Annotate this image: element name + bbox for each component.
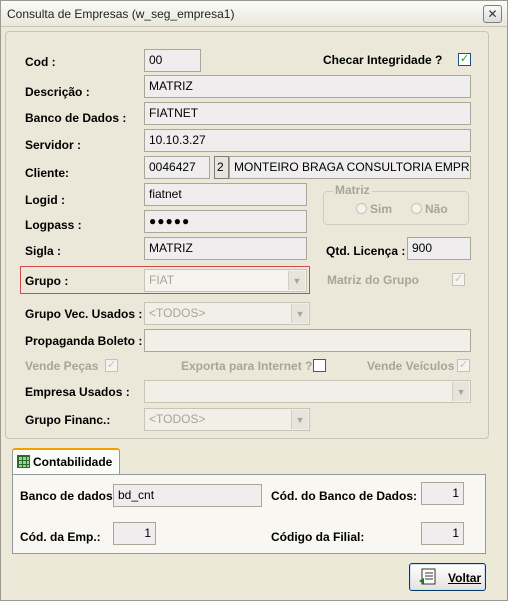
- chevron-down-icon[interactable]: ▼: [452, 382, 469, 401]
- checar-integridade-checkbox[interactable]: ✓: [458, 53, 471, 66]
- sigla-label: Sigla :: [25, 244, 62, 258]
- grupo-value: FIAT: [149, 273, 175, 287]
- cliente-lookup-button[interactable]: 2: [214, 156, 229, 179]
- exporta-checkbox[interactable]: [313, 359, 326, 372]
- matriz-sim-label: Sim: [370, 202, 393, 216]
- check-icon: ✓: [453, 273, 464, 285]
- back-list-icon: [419, 568, 436, 585]
- cnt-banco-label: Banco de dados:: [20, 489, 117, 503]
- tab-contabilidade-label: Contabilidade: [33, 455, 113, 469]
- matriz-grupo-label: Matriz do Grupo: [327, 273, 419, 287]
- window-title: Consulta de Empresas (w_seg_empresa1): [7, 7, 235, 21]
- grupo-vec-value: <TODOS>: [149, 306, 206, 320]
- check-icon: ✓: [459, 53, 470, 65]
- chevron-down-icon[interactable]: ▼: [291, 304, 308, 323]
- propaganda-field[interactable]: [144, 329, 471, 352]
- grupo-vec-select[interactable]: <TODOS> ▼: [144, 302, 310, 325]
- checar-integridade-label: Checar Integridade ?: [323, 53, 443, 67]
- descricao-field[interactable]: MATRIZ: [144, 75, 471, 98]
- grupo-label: Grupo :: [25, 274, 69, 288]
- voltar-label: Voltar: [448, 571, 482, 585]
- title-bar: Consulta de Empresas (w_seg_empresa1) ✕: [1, 1, 507, 27]
- exporta-label: Exporta para Internet ?: [181, 359, 313, 373]
- empresa-usados-select[interactable]: ▼: [144, 380, 471, 403]
- matriz-group-title: Matriz: [333, 183, 372, 197]
- grupo-select[interactable]: FIAT ▼: [144, 269, 307, 292]
- ledger-icon: [17, 455, 30, 468]
- descricao-label: Descrição :: [25, 85, 90, 99]
- logid-field[interactable]: fiatnet: [144, 183, 307, 206]
- grupo-vec-label: Grupo Vec. Usados :: [25, 307, 143, 321]
- servidor-field[interactable]: 10.10.3.27: [144, 129, 471, 152]
- logpass-label: Logpass :: [25, 218, 82, 232]
- cod-field[interactable]: 00: [144, 49, 201, 72]
- chevron-down-icon[interactable]: ▼: [288, 271, 305, 290]
- window: Consulta de Empresas (w_seg_empresa1) ✕ …: [0, 0, 508, 601]
- cliente-name-field[interactable]: MONTEIRO BRAGA CONSULTORIA EMPRE: [229, 156, 471, 179]
- vende-veiculos-checkbox[interactable]: ✓: [457, 359, 470, 372]
- logid-label: Logid :: [25, 193, 65, 207]
- vende-pecas-label: Vende Peças: [25, 359, 99, 373]
- cliente-code-field[interactable]: 0046427: [144, 156, 210, 179]
- grupo-financ-label: Grupo Financ.:: [25, 413, 111, 427]
- cnt-cod-emp-label: Cód. da Emp.:: [20, 530, 101, 544]
- logpass-field[interactable]: ●●●●●: [144, 210, 307, 233]
- cnt-cod-banco-label: Cód. do Banco de Dados:: [271, 489, 418, 503]
- chevron-down-icon[interactable]: ▼: [291, 410, 308, 429]
- cod-label: Cod :: [25, 55, 56, 69]
- matriz-nao-radio[interactable]: [411, 203, 422, 214]
- matriz-sim-radio[interactable]: [356, 203, 367, 214]
- licenca-label: Qtd. Licença :: [326, 244, 406, 258]
- check-icon: ✓: [458, 359, 469, 371]
- cnt-banco-field[interactable]: bd_cnt: [113, 484, 262, 507]
- banco-dados-label: Banco de Dados :: [25, 111, 127, 125]
- sigla-field[interactable]: MATRIZ: [144, 237, 307, 260]
- licenca-field[interactable]: 900: [407, 237, 471, 260]
- banco-dados-field[interactable]: FIATNET: [144, 102, 471, 125]
- matriz-nao-label: Não: [425, 202, 448, 216]
- cnt-cod-filial-label: Código da Filial:: [271, 530, 365, 544]
- cnt-cod-filial-field[interactable]: 1: [421, 522, 464, 545]
- check-icon: ✓: [106, 359, 117, 371]
- matriz-grupo-checkbox[interactable]: ✓: [452, 273, 465, 286]
- cnt-cod-banco-field[interactable]: 1: [421, 482, 464, 505]
- grupo-financ-select[interactable]: <TODOS> ▼: [144, 408, 310, 431]
- cnt-cod-emp-field[interactable]: 1: [113, 522, 156, 545]
- propaganda-label: Propaganda Boleto :: [25, 334, 143, 348]
- cliente-label: Cliente:: [25, 166, 70, 180]
- voltar-button[interactable]: Voltar: [409, 563, 486, 591]
- vende-pecas-checkbox[interactable]: ✓: [105, 359, 118, 372]
- close-button[interactable]: ✕: [483, 5, 502, 23]
- empresa-usados-label: Empresa Usados :: [25, 385, 130, 399]
- servidor-label: Servidor :: [25, 138, 82, 152]
- vende-veiculos-label: Vende Veículos: [367, 359, 455, 373]
- tab-contabilidade[interactable]: Contabilidade: [12, 448, 120, 475]
- grupo-financ-value: <TODOS>: [149, 412, 206, 426]
